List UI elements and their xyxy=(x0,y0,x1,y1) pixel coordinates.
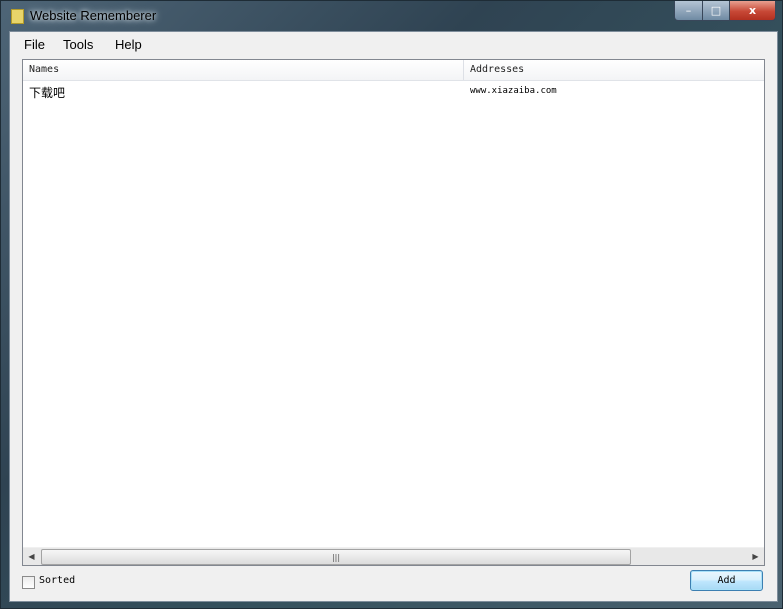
scroll-right-button[interactable]: ▶ xyxy=(747,548,764,565)
scroll-thumb[interactable]: ||| xyxy=(41,549,631,565)
menu-tools[interactable]: Tools xyxy=(63,37,93,52)
horizontal-scrollbar[interactable]: ◀ ||| ▶ xyxy=(23,547,764,565)
title-bar[interactable]: Website Rememberer – □ x xyxy=(1,1,782,31)
grip-icon: ||| xyxy=(331,552,341,562)
list-row[interactable]: 下载吧 www.xiazaiba.com xyxy=(23,82,764,102)
list-header: Names Addresses xyxy=(23,60,764,81)
close-button[interactable]: x xyxy=(730,1,776,21)
sorted-checkbox-label[interactable]: Sorted xyxy=(39,575,75,586)
maximize-icon: □ xyxy=(710,4,722,17)
column-header-names[interactable]: Names xyxy=(23,60,464,80)
column-header-addresses[interactable]: Addresses xyxy=(464,60,764,80)
minimize-icon: – xyxy=(685,4,692,17)
close-icon: x xyxy=(748,4,757,17)
app-window: Website Rememberer – □ x File Tools Help… xyxy=(0,0,783,609)
app-icon xyxy=(11,9,24,24)
maximize-button[interactable]: □ xyxy=(703,1,730,21)
client-area: File Tools Help Names Addresses 下载吧 www.… xyxy=(9,31,778,602)
sorted-checkbox[interactable] xyxy=(22,576,35,589)
arrow-left-icon: ◀ xyxy=(28,552,35,561)
arrow-right-icon: ▶ xyxy=(752,552,759,561)
row-name: 下载吧 xyxy=(29,86,66,100)
menu-help[interactable]: Help xyxy=(115,37,142,52)
scroll-left-button[interactable]: ◀ xyxy=(23,548,40,565)
window-controls: – □ x xyxy=(674,1,776,21)
menu-file[interactable]: File xyxy=(24,37,45,52)
websites-list[interactable]: Names Addresses 下载吧 www.xiazaiba.com ◀ |… xyxy=(22,59,765,566)
row-address: www.xiazaiba.com xyxy=(470,86,557,96)
minimize-button[interactable]: – xyxy=(674,1,703,21)
add-button[interactable]: Add xyxy=(690,570,763,591)
menu-bar: File Tools Help xyxy=(10,32,777,56)
window-title: Website Rememberer xyxy=(30,8,157,23)
